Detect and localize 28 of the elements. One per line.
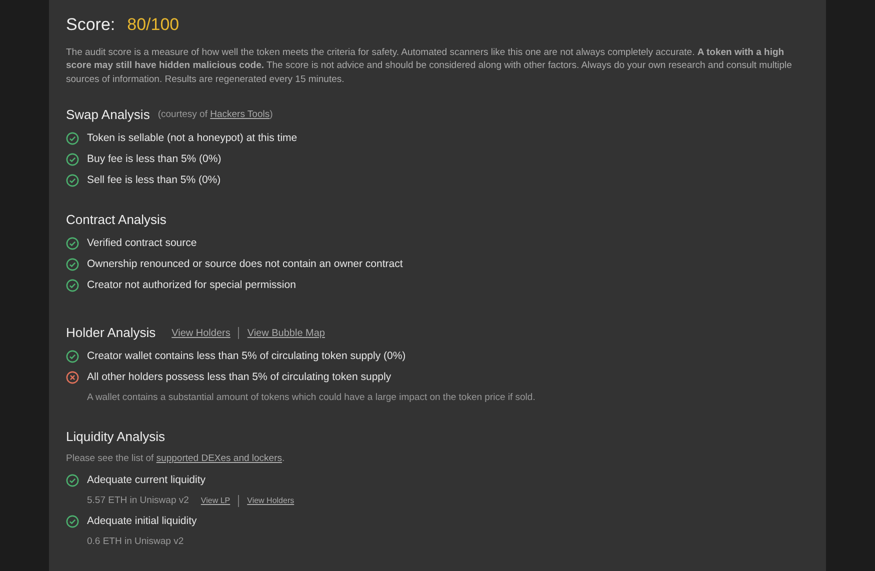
description-text: The audit score is a measure of how well the token meets the criteria for safety. Automated scanners like this one are not always completely accurate. A token with a high score may still have hidden malicious code. The score is not advice and should be considered along with other factors. Always do your own research and consult multiple sources of information. Results are regenerated every 15 minutes. <box>66 46 793 86</box>
attribution-text: (courtesy of Hackers Tools) <box>158 108 273 122</box>
link[interactable]: supported DEXes and lockers <box>156 453 282 464</box>
detail-text: 5.57 ETH in Uniswap v2 <box>87 494 189 508</box>
check-item-text: Sell fee is less than 5% (0%) <box>87 172 221 188</box>
check-item-text: Verified contract source <box>87 236 197 251</box>
check-item-text: Token is sellable (not a honeypot) at this time <box>87 130 298 146</box>
check-item-text: Adequate initial liquidity <box>87 514 197 529</box>
score-label: Score: <box>66 14 116 36</box>
link[interactable]: View Holders <box>172 326 230 340</box>
section-title: Holder Analysis <box>66 324 156 342</box>
intro-text: Please see the list of supported DEXes and lockers. <box>66 452 286 466</box>
detail-text: 0.6 ETH in Uniswap v2 <box>87 535 184 550</box>
check-item-text: All other holders possess less than 5% of circulating token supply <box>87 370 392 385</box>
check-item-text: Adequate current liquidity <box>87 472 206 488</box>
link[interactable]: View Holders <box>247 495 294 508</box>
check-item-text: Creator wallet contains less than 5% of circulating token supply (0%) <box>87 348 406 364</box>
score-value: 80/100 <box>127 14 180 36</box>
check-item-text: Buy fee is less than 5% (0%) <box>87 152 222 167</box>
link[interactable]: View LP <box>200 495 230 508</box>
detail-text: A wallet contains a substantial amount of tokens which could have a large impact on the token price if sold. <box>87 390 536 405</box>
check-item-text: Creator not authorized for special permission <box>87 278 296 293</box>
section-title: Liquidity Analysis <box>66 428 165 446</box>
section-title: Contract Analysis <box>66 211 166 230</box>
link[interactable]: Hackers Tools <box>210 108 270 120</box>
link[interactable]: View Bubble Map <box>247 326 325 340</box>
check-item-text: Ownership renounced or source does not contain an owner contract <box>87 256 403 272</box>
section-title: Swap Analysis <box>66 106 150 124</box>
